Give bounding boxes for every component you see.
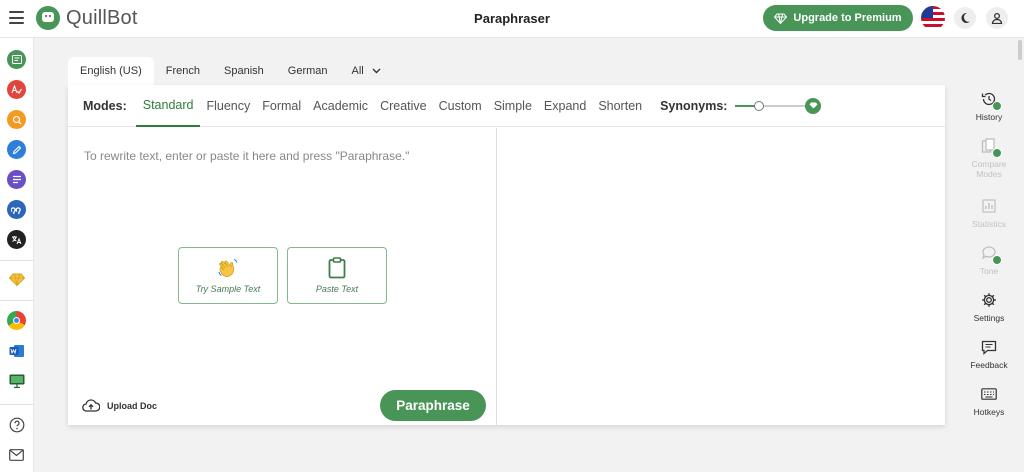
summarizer-icon[interactable] xyxy=(7,170,26,189)
gear-icon xyxy=(980,291,998,309)
compare-modes-label: Compare Modes xyxy=(971,159,1007,179)
feedback-icon xyxy=(980,338,998,356)
quillbot-logo-icon xyxy=(36,6,60,30)
menu-icon[interactable] xyxy=(9,11,24,24)
tool-sidebar xyxy=(0,38,34,472)
tone-button[interactable]: Tone xyxy=(962,244,1016,276)
tone-icon xyxy=(980,244,1002,265)
history-icon xyxy=(980,90,1002,111)
tab-all-languages[interactable]: All xyxy=(340,57,393,85)
language-tabs: English (US) French Spanish German All xyxy=(68,57,393,85)
sidebar-divider xyxy=(0,404,34,405)
chevron-down-icon xyxy=(372,68,381,74)
statistics-button[interactable]: Statistics xyxy=(962,197,1016,229)
citation-generator-icon[interactable] xyxy=(7,200,26,219)
mode-formal[interactable]: Formal xyxy=(256,85,307,127)
quillbot-logo[interactable]: QuillBot xyxy=(36,6,138,30)
paste-text-label: Paste Text xyxy=(315,284,359,294)
upload-doc-button[interactable]: Upload Doc xyxy=(82,399,157,412)
top-bar: QuillBot Paraphraser Upgrade to Premium xyxy=(0,0,1024,38)
clipboard-icon xyxy=(328,257,346,279)
slider-knob[interactable] xyxy=(754,100,765,111)
co-writer-icon[interactable] xyxy=(7,140,26,159)
feedback-label: Feedback xyxy=(970,360,1008,370)
upgrade-label: Upgrade to Premium xyxy=(793,12,902,24)
tab-english-us[interactable]: English (US) xyxy=(68,57,154,85)
word-addin-icon[interactable] xyxy=(7,341,26,360)
us-flag-icon[interactable] xyxy=(921,6,945,30)
chrome-extension-icon[interactable] xyxy=(7,311,26,330)
account-button[interactable] xyxy=(986,7,1008,29)
hotkeys-label: Hotkeys xyxy=(973,407,1005,417)
tab-french[interactable]: French xyxy=(154,57,212,85)
cloud-upload-icon xyxy=(82,399,100,412)
paste-text-button[interactable]: Paste Text xyxy=(287,247,387,304)
brand-name: QuillBot xyxy=(66,6,138,29)
sidebar-divider xyxy=(0,300,34,301)
paraphraser-tool-icon[interactable] xyxy=(7,50,26,69)
statistics-icon xyxy=(980,197,998,215)
mode-expand[interactable]: Expand xyxy=(538,85,592,127)
settings-label: Settings xyxy=(973,313,1005,323)
pane-divider xyxy=(496,128,497,425)
mode-simple[interactable]: Simple xyxy=(488,85,538,127)
mode-academic[interactable]: Academic xyxy=(307,85,374,127)
keyboard-icon xyxy=(980,385,998,403)
try-sample-text-button[interactable]: Try Sample Text xyxy=(178,247,278,304)
dark-mode-toggle[interactable] xyxy=(954,7,976,29)
user-icon xyxy=(991,12,1003,24)
page-scrollbar[interactable] xyxy=(1018,40,1022,60)
mode-creative[interactable]: Creative xyxy=(374,85,433,127)
desktop-app-icon[interactable] xyxy=(7,371,26,390)
upgrade-button[interactable]: Upgrade to Premium xyxy=(763,5,913,31)
premium-lock-icon xyxy=(805,97,822,114)
tone-label: Tone xyxy=(979,266,999,276)
mode-fluency[interactable]: Fluency xyxy=(200,85,256,127)
premium-diamond-icon[interactable] xyxy=(7,270,26,289)
synonyms-slider[interactable] xyxy=(735,97,822,114)
mail-icon[interactable] xyxy=(7,445,26,464)
history-label: History xyxy=(975,112,1003,122)
grammar-checker-icon[interactable] xyxy=(7,80,26,99)
settings-button[interactable]: Settings xyxy=(962,291,1016,323)
diamond-icon xyxy=(774,13,788,24)
input-placeholder[interactable]: To rewrite text, enter or paste it here … xyxy=(84,149,409,163)
paraphrase-button[interactable]: Paraphrase xyxy=(380,390,486,421)
hotkeys-button[interactable]: Hotkeys xyxy=(962,385,1016,417)
translator-icon[interactable] xyxy=(7,230,26,249)
tab-all-label: All xyxy=(351,65,364,77)
feedback-button[interactable]: Feedback xyxy=(962,338,1016,370)
upload-doc-label: Upload Doc xyxy=(107,400,158,411)
mode-standard[interactable]: Standard xyxy=(135,85,201,127)
sidebar-divider xyxy=(0,260,34,261)
plagiarism-checker-icon[interactable] xyxy=(7,110,26,129)
paraphraser-card: Modes: Standard Fluency Formal Academic … xyxy=(68,85,945,425)
statistics-label: Statistics xyxy=(971,219,1006,229)
modes-label: Modes: xyxy=(83,98,127,113)
compare-modes-button[interactable]: Compare Modes xyxy=(962,137,1016,179)
modes-bar: Modes: Standard Fluency Formal Academic … xyxy=(68,85,945,127)
try-sample-text-label: Try Sample Text xyxy=(195,284,261,294)
help-icon[interactable] xyxy=(7,415,26,434)
history-button[interactable]: History xyxy=(962,90,1016,122)
tab-german[interactable]: German xyxy=(276,57,340,85)
compare-modes-icon xyxy=(980,137,1002,158)
mode-custom[interactable]: Custom xyxy=(433,85,488,127)
synonyms-label: Synonyms: xyxy=(660,98,728,113)
waving-hand-icon xyxy=(218,259,238,277)
mode-shorten[interactable]: Shorten xyxy=(592,85,648,127)
tab-spanish[interactable]: Spanish xyxy=(212,57,276,85)
moon-icon xyxy=(961,12,970,23)
